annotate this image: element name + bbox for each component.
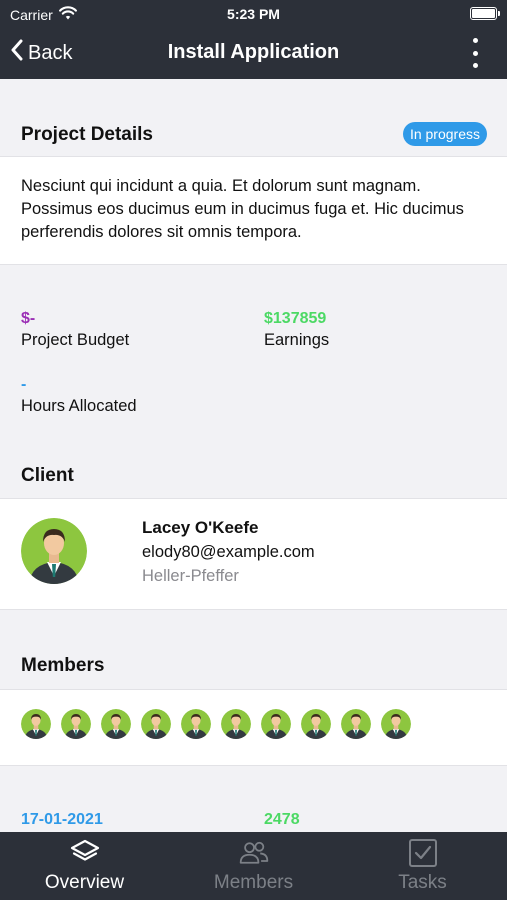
more-options-icon[interactable] [471,38,479,68]
client-name: Lacey O'Keefe [142,518,259,537]
member-avatar[interactable] [261,709,291,739]
tab-members-label: Members [213,872,294,893]
project-budget-stat: $- Project Budget [21,310,129,350]
project-description: Nesciunt qui incidunt a quia. Et dolorum… [21,177,464,241]
project-budget-label: Project Budget [21,331,130,349]
tab-tasks[interactable]: Tasks [338,832,507,900]
client-avatar [21,518,87,584]
client-heading: Client [21,465,74,486]
status-time: 5:23 PM [227,6,280,22]
member-avatar[interactable] [301,709,331,739]
date-stat: 17-01-2021 [21,811,103,829]
status-badge: In progress [402,122,487,146]
project-details-header: Project Details In progress [0,115,507,155]
project-details-heading: Project Details [21,124,153,145]
member-avatar[interactable] [101,709,131,739]
client-header: Client [0,456,507,496]
tab-overview-label: Overview [44,872,125,893]
members-card [0,689,507,766]
battery-icon [470,7,500,20]
earnings-label: Earnings [264,331,330,349]
members-avatar-list [21,709,411,739]
client-company: Heller-Pfeffer [142,567,239,585]
earnings-value: $137859 [264,310,327,327]
navigation-bar: Back Install Application [0,30,507,76]
client-email[interactable]: elody80@example.com [142,543,315,562]
tab-members[interactable]: Members [169,832,338,900]
count-stat: 2478 [264,811,300,829]
member-avatar[interactable] [381,709,411,739]
members-header: Members [0,646,507,686]
member-avatar[interactable] [141,709,171,739]
tab-overview[interactable]: Overview [0,832,169,900]
checkbox-icon [407,838,439,868]
client-card[interactable]: Lacey O'Keefe elody80@example.com Heller… [0,498,507,610]
member-avatar[interactable] [181,709,211,739]
people-icon [238,838,270,868]
hours-allocated-value: - [21,376,27,393]
hours-allocated-stat: - Hours Allocated [21,376,137,416]
project-budget-value: $- [21,310,36,327]
members-heading: Members [21,655,105,676]
page-title: Install Application [167,41,340,63]
layers-icon [69,838,101,868]
member-avatar[interactable] [61,709,91,739]
tab-bar: Overview Members Tasks [0,832,507,900]
status-bar: Carrier 5:23 PM [0,0,507,28]
date-value: 17-01-2021 [21,811,103,828]
count-value: 2478 [264,811,300,828]
member-avatar[interactable] [341,709,371,739]
hours-allocated-label: Hours Allocated [21,397,137,415]
member-avatar[interactable] [21,709,51,739]
description-card: Nesciunt qui incidunt a quia. Et dolorum… [0,156,507,265]
top-bar: Carrier 5:23 PM Back Install Application [0,0,507,79]
earnings-stat: $137859 Earnings [264,310,329,350]
member-avatar[interactable] [221,709,251,739]
tab-tasks-label: Tasks [398,872,447,893]
